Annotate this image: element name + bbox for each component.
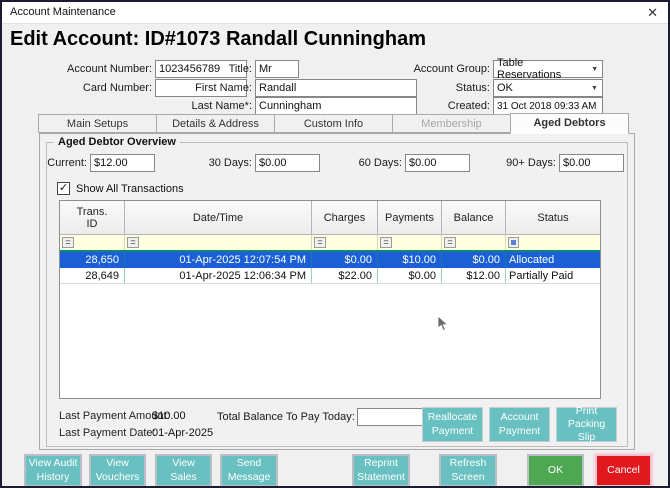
last-payment-date-value: 01-Apr-2025: [152, 427, 213, 439]
cell-trans-id: 28,649: [60, 268, 125, 283]
cell-charges: $0.00: [312, 252, 378, 267]
filter-operator-button[interactable]: =: [314, 237, 326, 248]
total-balance-label: Total Balance To Pay Today:: [217, 411, 352, 423]
cell-status: Partially Paid: [506, 268, 600, 283]
page-title: Edit Account: ID#1073 Randall Cunningham: [10, 28, 426, 51]
tab-strip: Main Setups Details & Address Custom Inf…: [39, 114, 629, 134]
days30-label: 30 Days:: [192, 157, 252, 169]
tab-main-setups[interactable]: Main Setups: [38, 114, 157, 133]
card-number-label: Card Number:: [42, 82, 152, 94]
view-sales-button[interactable]: View Sales: [155, 454, 212, 487]
aged-debtor-group-title: Aged Debtor Overview: [54, 136, 180, 148]
mouse-cursor-icon: [437, 315, 449, 333]
account-group-value: Table Reservations: [497, 57, 588, 81]
status-label: Status:: [380, 82, 490, 94]
current-label: Current:: [32, 157, 87, 169]
last-payment-amount-value: $10.00: [152, 410, 186, 422]
filter-operator-button[interactable]: =: [127, 237, 139, 248]
cell-payments: $10.00: [378, 252, 442, 267]
days30-field[interactable]: [255, 154, 320, 172]
chevron-down-icon: ▼: [587, 85, 602, 92]
filter-status-icon[interactable]: [508, 237, 519, 248]
grid-filter-row: = = = = =: [60, 235, 600, 252]
cell-charges: $22.00: [312, 268, 378, 283]
status-select[interactable]: OK ▼: [493, 79, 603, 97]
account-maintenance-window: Account Maintenance ✕ Edit Account: ID#1…: [0, 0, 670, 488]
grid-header-row: Trans. ID Date/Time Charges Payments Bal…: [60, 201, 600, 235]
created-label: Created:: [380, 100, 490, 112]
filter-operator-button[interactable]: =: [444, 237, 456, 248]
window-title: Account Maintenance: [10, 6, 116, 18]
filter-operator-button[interactable]: =: [62, 237, 74, 248]
account-number-label: Account Number:: [42, 63, 152, 75]
col-header-status[interactable]: Status: [506, 201, 600, 234]
cell-status: Allocated: [506, 252, 600, 267]
tab-details-address[interactable]: Details & Address: [156, 114, 275, 133]
first-name-label: First Name:: [182, 82, 252, 94]
col-header-datetime[interactable]: Date/Time: [125, 201, 312, 234]
view-vouchers-button[interactable]: View Vouchers: [89, 454, 146, 487]
filter-operator-button[interactable]: =: [380, 237, 392, 248]
status-value: OK: [497, 82, 513, 94]
table-row[interactable]: 28,650 01-Apr-2025 12:07:54 PM $0.00 $10…: [60, 252, 600, 268]
account-group-select[interactable]: Table Reservations ▼: [493, 60, 603, 78]
col-header-balance[interactable]: Balance: [442, 201, 506, 234]
title-label: Title:: [182, 63, 252, 75]
current-field[interactable]: [90, 154, 155, 172]
print-packing-slip-button[interactable]: Print Packing Slip: [556, 407, 617, 442]
last-payment-date-label: Last Payment Date:: [59, 427, 156, 439]
days90-field[interactable]: [559, 154, 624, 172]
days90-label: 90+ Days:: [494, 157, 556, 169]
last-name-label: Last Name*:: [182, 100, 252, 112]
title-bar: Account Maintenance ✕: [2, 2, 668, 24]
show-all-transactions-checkbox[interactable]: ✓: [57, 182, 70, 195]
ok-button[interactable]: OK: [527, 454, 584, 487]
chevron-down-icon: ▼: [588, 66, 603, 73]
reprint-statement-button[interactable]: Reprint Statement: [352, 454, 410, 487]
tab-custom-info[interactable]: Custom Info: [274, 114, 393, 133]
cell-trans-id: 28,650: [60, 252, 125, 267]
cell-balance: $0.00: [442, 252, 506, 267]
show-all-transactions-label: Show All Transactions: [76, 183, 184, 195]
close-icon[interactable]: ✕: [647, 5, 658, 21]
days60-label: 60 Days:: [342, 157, 402, 169]
view-audit-history-button[interactable]: View Audit History: [24, 454, 82, 487]
tab-aged-debtors[interactable]: Aged Debtors: [510, 113, 629, 134]
reallocate-payment-button[interactable]: Reallocate Payment: [422, 407, 483, 442]
cell-payments: $0.00: [378, 268, 442, 283]
account-group-label: Account Group:: [380, 63, 490, 75]
col-header-charges[interactable]: Charges: [312, 201, 378, 234]
tab-membership: Membership: [392, 114, 511, 133]
cell-datetime: 01-Apr-2025 12:06:34 PM: [125, 268, 312, 283]
cell-balance: $12.00: [442, 268, 506, 283]
col-header-payments[interactable]: Payments: [378, 201, 442, 234]
title-field[interactable]: [255, 60, 299, 78]
col-header-trans-id[interactable]: Trans. ID: [60, 201, 125, 234]
cell-datetime: 01-Apr-2025 12:07:54 PM: [125, 252, 312, 267]
cancel-button[interactable]: Cancel: [595, 454, 652, 487]
refresh-screen-button[interactable]: Refresh Screen: [439, 454, 497, 487]
send-message-button[interactable]: Send Message: [220, 454, 278, 487]
days60-field[interactable]: [405, 154, 470, 172]
account-payment-button[interactable]: Account Payment: [489, 407, 550, 442]
transactions-grid[interactable]: Trans. ID Date/Time Charges Payments Bal…: [59, 200, 601, 399]
table-row[interactable]: 28,649 01-Apr-2025 12:06:34 PM $22.00 $0…: [60, 268, 600, 284]
total-balance-input[interactable]: [357, 408, 427, 426]
